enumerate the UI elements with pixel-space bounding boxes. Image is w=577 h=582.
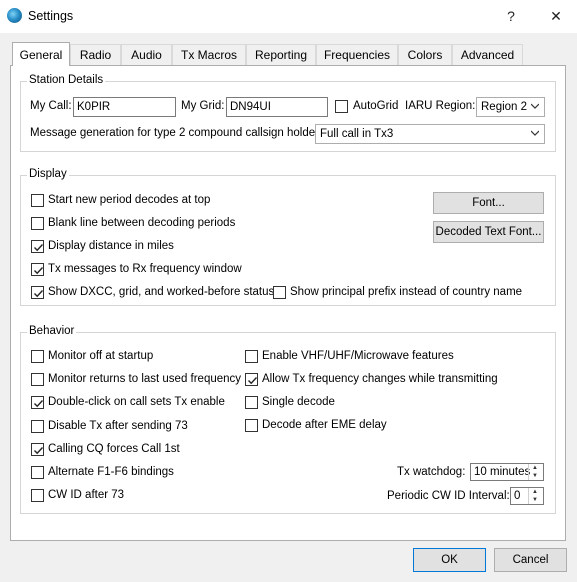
behavior-option-label: CW ID after 73: [48, 489, 125, 502]
principal-prefix-checkbox[interactable]: [273, 286, 286, 299]
tx-watchdog-spinbox[interactable]: 10 minutes ▲ ▼: [470, 463, 544, 481]
close-button[interactable]: ✕: [546, 6, 566, 26]
behavior-option-checkbox[interactable]: [31, 419, 44, 433]
display-option-label: Blank line between decoding periods: [48, 217, 236, 229]
checkmark-icon: [34, 244, 44, 252]
cw-interval-spinbox[interactable]: 0 ▲ ▼: [510, 487, 544, 505]
ok-button[interactable]: OK: [413, 548, 486, 572]
checkmark-icon: [34, 290, 44, 298]
behavior-option-label: Calling CQ forces Call 1st: [48, 442, 180, 455]
cancel-button[interactable]: Cancel: [494, 548, 567, 572]
tab-advanced[interactable]: Advanced: [452, 44, 523, 65]
iaru-region-value: Region 2: [481, 101, 528, 113]
behavior-option-checkbox[interactable]: [245, 419, 258, 432]
tx-watchdog-label: Tx watchdog:: [397, 466, 466, 478]
behavior-option-checkbox[interactable]: [31, 373, 44, 387]
display-option-checkbox[interactable]: [31, 217, 44, 230]
spin-arrows-icon[interactable]: ▲ ▼: [528, 488, 543, 504]
chevron-down-icon: [531, 130, 539, 136]
display-option-label: Show DXCC, grid, and worked-before statu…: [48, 286, 275, 298]
iaru-region-label: IARU Region:: [405, 100, 476, 112]
checkmark-icon: [34, 267, 44, 275]
msg-gen-value: Full call in Tx3: [320, 128, 394, 140]
title-bar: [0, 0, 577, 33]
display-option-checkbox[interactable]: [31, 286, 44, 299]
display-option-label: Tx messages to Rx frequency window: [48, 263, 242, 275]
behavior-option-checkbox[interactable]: [31, 396, 44, 410]
my-call-input[interactable]: K0PIR: [73, 97, 176, 117]
behavior-option-checkbox[interactable]: [245, 373, 258, 386]
my-grid-input[interactable]: DN94UI: [226, 97, 328, 117]
behavior-option-label: Monitor returns to last used frequency: [48, 373, 242, 386]
tab-general[interactable]: General: [12, 42, 70, 66]
autogrid-label: AutoGrid: [353, 100, 399, 112]
font-button[interactable]: Font...: [433, 192, 544, 214]
autogrid-checkbox[interactable]: [335, 100, 348, 113]
tab-colors[interactable]: Colors: [398, 44, 452, 65]
my-grid-label: My Grid:: [181, 100, 225, 112]
behavior-option-label: Double-click on call sets Tx enable: [48, 396, 225, 409]
behavior-option-label: Enable VHF/UHF/Microwave features: [262, 350, 454, 362]
decoded-text-font-button[interactable]: Decoded Text Font...: [433, 221, 544, 243]
iaru-region-select[interactable]: Region 2: [476, 97, 545, 117]
app-icon: [7, 8, 22, 23]
display-option-checkbox[interactable]: [31, 240, 44, 253]
checkmark-icon: [34, 446, 44, 455]
behavior-option-label: Single decode: [262, 396, 335, 408]
cw-interval-label: Periodic CW ID Interval:: [387, 490, 510, 502]
principal-prefix-label: Show principal prefix instead of country…: [290, 286, 523, 298]
msg-gen-label: Message generation for type 2 compound c…: [30, 127, 328, 139]
behavior-option-checkbox[interactable]: [31, 466, 44, 479]
behavior-option-checkbox[interactable]: [31, 442, 44, 456]
checkmark-icon: [248, 377, 258, 385]
behavior-option-label: Allow Tx frequency changes while transmi…: [262, 373, 498, 385]
behavior-option-label: Alternate F1-F6 bindings: [48, 466, 174, 478]
display-option-label: Start new period decodes at top: [48, 194, 211, 206]
tab-tx-macros[interactable]: Tx Macros: [172, 44, 246, 65]
tx-watchdog-value: 10 minutes: [474, 466, 531, 478]
chevron-down-icon: [531, 103, 539, 109]
tab-audio[interactable]: Audio: [121, 44, 172, 65]
behavior-option-checkbox[interactable]: [245, 396, 258, 409]
display-option-label: Display distance in miles: [48, 240, 174, 252]
behavior-option-label: Disable Tx after sending 73: [48, 419, 188, 432]
behavior-option-checkbox[interactable]: [31, 489, 44, 503]
behavior-option-checkbox[interactable]: [245, 350, 258, 363]
behavior-option-label: Monitor off at startup: [48, 350, 154, 362]
help-button[interactable]: ?: [501, 6, 521, 26]
display-option-checkbox[interactable]: [31, 263, 44, 276]
tab-frequencies[interactable]: Frequencies: [316, 44, 398, 65]
checkmark-icon: [34, 400, 44, 408]
spin-arrows-icon[interactable]: ▲ ▼: [528, 464, 543, 480]
behavior-title: Behavior: [27, 325, 77, 337]
behavior-option-label: Decode after EME delay: [262, 419, 387, 431]
msg-gen-select[interactable]: Full call in Tx3: [315, 124, 545, 144]
display-title: Display: [27, 168, 69, 180]
window-title: Settings: [28, 9, 74, 23]
cw-interval-value: 0: [514, 490, 521, 502]
my-call-label: My Call:: [30, 100, 72, 112]
station-details-title: Station Details: [27, 74, 106, 86]
behavior-option-checkbox[interactable]: [31, 350, 44, 363]
tab-radio[interactable]: Radio: [70, 44, 121, 65]
display-option-checkbox[interactable]: [31, 194, 44, 207]
tab-reporting[interactable]: Reporting: [246, 44, 316, 65]
